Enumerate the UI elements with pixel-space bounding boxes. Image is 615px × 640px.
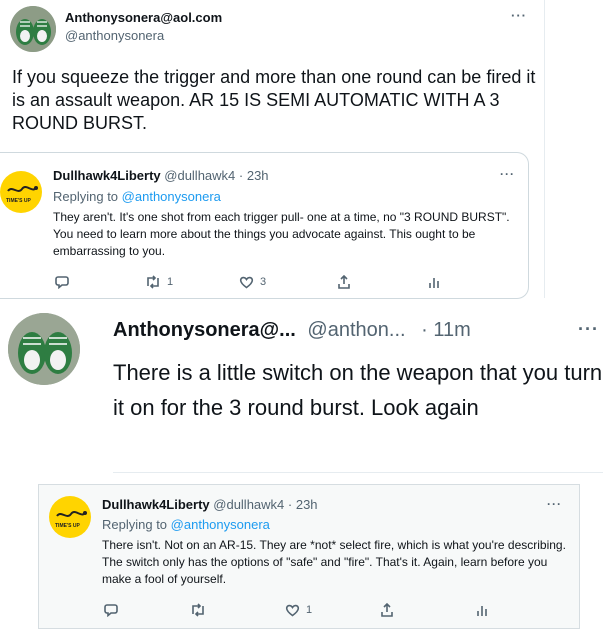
replying-to-label: Replying to bbox=[102, 517, 168, 532]
replying-to-label: Replying to bbox=[53, 189, 119, 204]
divider bbox=[113, 472, 603, 473]
tweet-reply-original: Anthonysonera@... @anthon... · 11m ··· T… bbox=[0, 305, 615, 475]
share-icon bbox=[338, 275, 350, 289]
snake-logo-icon bbox=[7, 186, 38, 192]
display-name[interactable]: Dullhawk4Liberty bbox=[53, 168, 161, 183]
share-button[interactable] bbox=[380, 603, 394, 617]
retweet-icon bbox=[192, 603, 204, 617]
analytics-icon bbox=[429, 278, 439, 288]
avatar[interactable] bbox=[8, 313, 80, 385]
reply-button[interactable] bbox=[55, 275, 75, 289]
reply-icon bbox=[104, 604, 118, 617]
analytics-button[interactable] bbox=[475, 603, 489, 617]
analytics-button[interactable] bbox=[427, 275, 441, 289]
retweet-button[interactable]: 1 bbox=[145, 275, 173, 289]
like-button[interactable]: 1 bbox=[285, 603, 312, 617]
like-count: 1 bbox=[306, 604, 313, 616]
sneakers-avatar-image bbox=[10, 6, 56, 52]
share-icon bbox=[381, 603, 393, 617]
reply-card[interactable]: TIME'S UP Dullhawk4Liberty @dullhawk4 · … bbox=[0, 152, 529, 299]
avatar[interactable]: TIME'S UP bbox=[0, 171, 42, 213]
logo-text: TIME'S UP bbox=[55, 523, 80, 529]
display-name[interactable]: Anthonysonera@aol.com bbox=[65, 10, 222, 25]
reply-header: Dullhawk4Liberty @dullhawk4 · 23h bbox=[53, 168, 269, 183]
like-button[interactable]: 3 bbox=[239, 275, 266, 289]
replying-to: Replying to @anthonysonera bbox=[53, 189, 221, 204]
like-count: 3 bbox=[260, 276, 267, 288]
more-options-icon[interactable]: ··· bbox=[511, 8, 527, 23]
tweet-header: Anthonysonera@... @anthon... · 11m bbox=[113, 319, 471, 342]
retweet-button[interactable] bbox=[190, 603, 212, 617]
avatar[interactable] bbox=[10, 6, 56, 52]
tweet-original: Anthonysonera@aol.com @anthonysonera ···… bbox=[0, 0, 545, 150]
logo-text: TIME'S UP bbox=[6, 198, 31, 204]
handle[interactable]: @anthon... bbox=[307, 319, 405, 341]
handle[interactable]: @dullhawk4 bbox=[164, 168, 235, 183]
snake-logo-icon bbox=[56, 511, 87, 517]
replying-to: Replying to @anthonysonera bbox=[102, 517, 270, 532]
heart-icon bbox=[239, 276, 254, 289]
timestamp[interactable]: · 11m bbox=[421, 319, 471, 341]
reply-icon bbox=[55, 276, 69, 289]
more-options-icon[interactable]: ··· bbox=[500, 167, 515, 181]
retweet-icon bbox=[147, 275, 159, 289]
share-button[interactable] bbox=[337, 275, 351, 289]
reply-card[interactable]: TIME'S UP Dullhawk4Liberty @dullhawk4 · … bbox=[38, 484, 580, 629]
tweet-text: If you squeeze the trigger and more than… bbox=[12, 67, 536, 133]
more-options-icon[interactable]: ··· bbox=[578, 319, 599, 340]
action-bar: 1 3 bbox=[53, 275, 493, 293]
action-bar: 1 bbox=[102, 603, 542, 621]
reply-header: Dullhawk4Liberty @dullhawk4 · 23h bbox=[102, 497, 318, 512]
handle[interactable]: @dullhawk4 bbox=[213, 497, 284, 512]
handle[interactable]: @anthonysonera bbox=[65, 28, 164, 43]
reply-text: They aren't. It's one shot from each tri… bbox=[53, 210, 510, 258]
display-name[interactable]: Anthonysonera@... bbox=[113, 319, 296, 341]
display-name[interactable]: Dullhawk4Liberty bbox=[102, 497, 210, 512]
more-options-icon[interactable]: ··· bbox=[547, 497, 562, 511]
replying-to-link[interactable]: @anthonysonera bbox=[122, 189, 221, 204]
timestamp[interactable]: · 23h bbox=[239, 168, 269, 183]
reply-button[interactable] bbox=[104, 603, 124, 617]
timestamp[interactable]: · 23h bbox=[288, 497, 318, 512]
sneakers-avatar-image bbox=[8, 313, 80, 385]
analytics-icon bbox=[477, 606, 487, 616]
replying-to-link[interactable]: @anthonysonera bbox=[171, 517, 270, 532]
reply-text: There isn't. Not on an AR-15. They are *… bbox=[102, 538, 566, 586]
retweet-count: 1 bbox=[167, 276, 174, 288]
vertical-divider bbox=[544, 0, 545, 298]
tweet-text: There is a little switch on the weapon t… bbox=[113, 360, 603, 420]
heart-icon bbox=[285, 604, 300, 617]
avatar[interactable]: TIME'S UP bbox=[49, 496, 91, 538]
